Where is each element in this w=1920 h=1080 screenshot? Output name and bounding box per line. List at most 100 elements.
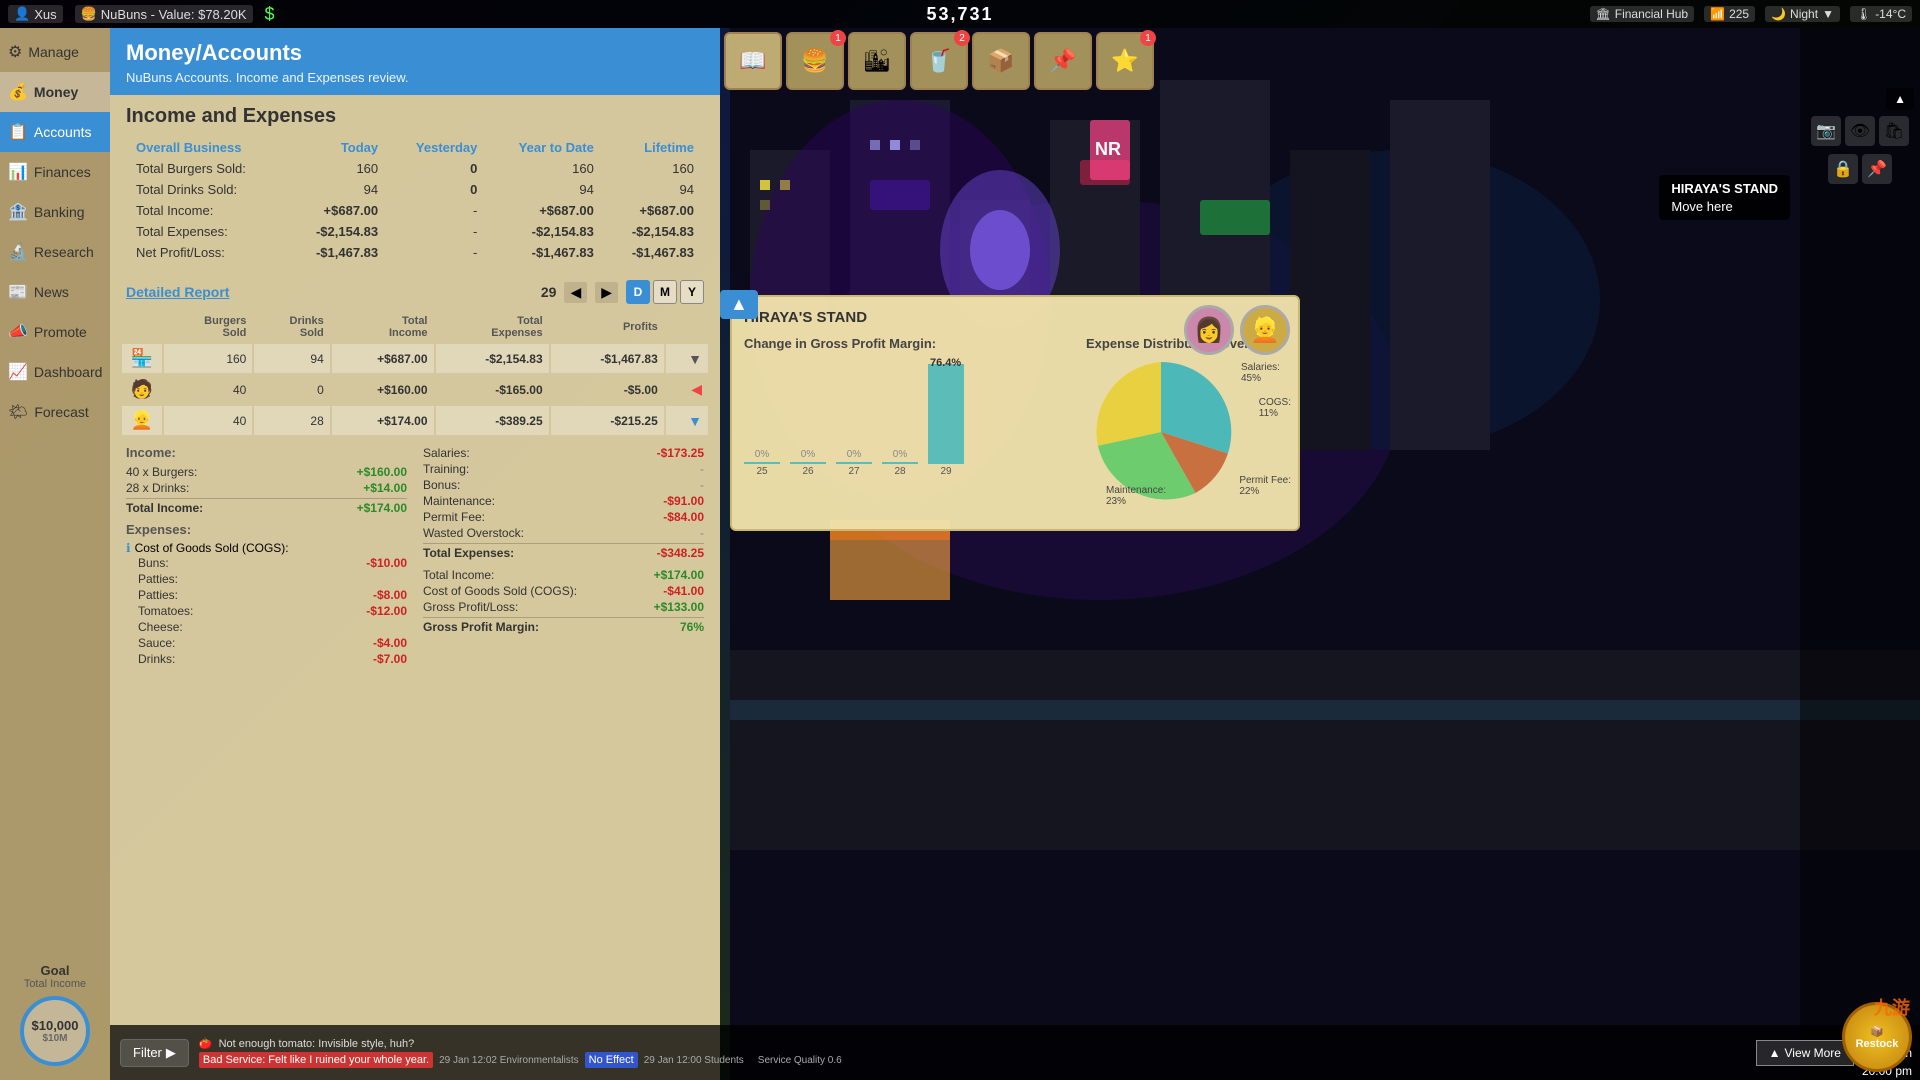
filter-y-button[interactable]: Y [680, 280, 704, 304]
prev-page-button[interactable]: ◀ [564, 282, 587, 303]
ie-row-label: Total Burgers Sold: [128, 159, 286, 178]
sidebar-item-promote[interactable]: 📣 Promote [0, 312, 110, 352]
cogs-patties-2: Patties: -$8.00 [126, 587, 407, 603]
book-button[interactable]: 📖 [724, 32, 782, 90]
avatar-2[interactable]: 👱 [1240, 305, 1290, 355]
thermometer-icon: 🌡 [1856, 7, 1871, 21]
scroll-up-button[interactable]: ◀ [691, 381, 702, 398]
right-detail-col: Salaries: -$173.25 Training: - Bonus: - … [423, 445, 704, 667]
table-row[interactable]: 👱 40 28 +$174.00 -$389.25 -$215.25 ▼ [122, 406, 708, 435]
financial-hub-label: Financial Hub [1615, 7, 1688, 21]
scroll-down-button-2[interactable]: ▼ [688, 413, 702, 429]
col-icon [122, 312, 162, 342]
lock-icon[interactable]: 🔒 [1828, 154, 1858, 184]
panel-title: Money/Accounts [126, 40, 704, 66]
avatar-1[interactable]: 👩 [1184, 305, 1234, 355]
table-row[interactable]: 🏪 160 94 +$687.00 -$2,154.83 -$1,467.83 … [122, 344, 708, 373]
money-icon: 💰 [8, 82, 28, 102]
accounts-icon: 📋 [8, 122, 28, 142]
map-pin-icon[interactable]: 📌 [1862, 154, 1892, 184]
permit-label: Permit Fee: [423, 510, 485, 524]
row-scroll[interactable]: ◀ [666, 375, 708, 404]
company-pill[interactable]: 🍔 NuBuns - Value: $78.20K [75, 5, 253, 23]
sidebar: ⚙ Manage 💰 Money 📋 Accounts 📊 Finances 🏦… [0, 28, 110, 1080]
row-income: +$687.00 [332, 344, 434, 373]
income-row-burgers: 40 x Burgers: +$160.00 [126, 464, 407, 480]
ie-income-yesterday: - [388, 201, 485, 220]
grey-box-button[interactable]: 📦 [972, 32, 1030, 90]
banking-icon: 🏦 [8, 202, 28, 222]
buildings-button[interactable]: 🏙 [848, 32, 906, 90]
row-expenses: -$165.00 [436, 375, 549, 404]
detailed-report-link[interactable]: Detailed Report [126, 284, 229, 300]
sidebar-item-money[interactable]: 💰 Money [0, 72, 110, 112]
row-expenses: -$2,154.83 [436, 344, 549, 373]
view-more-label: View More [1784, 1046, 1840, 1060]
drinks-value: +$14.00 [363, 481, 407, 495]
training-value: - [700, 462, 704, 476]
camera-icon[interactable]: 📷 [1811, 116, 1841, 146]
restock-label: Restock [1856, 1038, 1899, 1050]
scroll-down-button[interactable]: ▼ [688, 351, 702, 367]
row-scroll[interactable]: ▼ [666, 344, 708, 373]
collapse-button[interactable]: ▲ [720, 290, 758, 319]
chevron-up-icon: ▲ [1769, 1046, 1781, 1060]
row-scroll[interactable]: ▼ [666, 406, 708, 435]
bag-icon[interactable]: 🛍 [1879, 116, 1909, 146]
service-quality-badge: Service Quality 0.6 [758, 1055, 842, 1066]
cup-button[interactable]: 🥤 2 [910, 32, 968, 90]
night-pill[interactable]: 🌙 Night ▼ [1765, 6, 1840, 22]
sidebar-item-dashboard[interactable]: 📈 Dashboard [0, 352, 110, 392]
sum-margin: Gross Profit Margin: 76% [423, 617, 704, 635]
ie-burgers-today: 160 [288, 159, 386, 178]
row-profits: -$1,467.83 [551, 344, 664, 373]
avatar-area: 👩 👱 [1184, 305, 1290, 355]
sidebar-item-manage[interactable]: ⚙ Manage [0, 32, 110, 72]
goal-box: Goal Total Income $10,000 $10M [0, 955, 110, 1080]
night-label: Night [1790, 7, 1818, 21]
ie-expenses-yesterday: - [388, 222, 485, 241]
filter-d-button[interactable]: D [626, 280, 650, 304]
row-profits: -$5.00 [551, 375, 664, 404]
detail-bar: Detailed Report 29 ◀ ▶ D M Y [110, 274, 720, 310]
row-burgers: 40 [164, 406, 252, 435]
center-value: 53,731 [926, 4, 993, 25]
ie-expenses-today: -$2,154.83 [288, 222, 386, 241]
filter-m-button[interactable]: M [653, 280, 677, 304]
view-more-button[interactable]: ▲ View More [1756, 1040, 1854, 1066]
sidebar-item-research[interactable]: 🔬 Research [0, 232, 110, 272]
sidebar-item-accounts[interactable]: 📋 Accounts [0, 112, 110, 152]
bar-pct-27: 0% [847, 449, 861, 460]
eye-icon[interactable]: 👁 [1845, 116, 1875, 146]
goal-sub-label: Total Income [8, 978, 102, 990]
sum-cogs-label: Cost of Goods Sold (COGS): [423, 584, 577, 598]
panel-subtitle: NuBuns Accounts. Income and Expenses rev… [126, 70, 704, 85]
bar-visual-29 [928, 364, 964, 464]
map-pin-button[interactable]: 📌 [1034, 32, 1092, 90]
collapse-up-btn[interactable]: ▲ [1886, 88, 1914, 110]
star-button[interactable]: ⭐ 1 [1096, 32, 1154, 90]
sidebar-label-promote: Promote [34, 324, 87, 340]
news-icon: 📰 [8, 282, 28, 302]
exp-maintenance: Maintenance: -$91.00 [423, 493, 704, 509]
user-pill[interactable]: 👤 Xus [8, 5, 63, 23]
cogs-title: Cost of Goods Sold (COGS): [135, 541, 289, 555]
table-row: Total Expenses: -$2,154.83 - -$2,154.83 … [128, 222, 702, 241]
sidebar-item-news[interactable]: 📰 News [0, 272, 110, 312]
sum-margin-label: Gross Profit Margin: [423, 620, 539, 634]
left-detail-col: Income: 40 x Burgers: +$160.00 28 x Drin… [126, 445, 407, 667]
sidebar-item-forecast[interactable]: 🌤 Forecast [0, 392, 110, 432]
filter-button[interactable]: Filter ▶ [120, 1039, 189, 1067]
table-row[interactable]: 🧑 40 0 +$160.00 -$165.00 -$5.00 ◀ [122, 375, 708, 404]
next-page-button[interactable]: ▶ [595, 282, 618, 303]
financial-hub-pill[interactable]: 🏛 Financial Hub [1590, 6, 1695, 22]
bar-label-25: 25 [756, 466, 767, 477]
sidebar-item-banking[interactable]: 🏦 Banking [0, 192, 110, 232]
goal-label: Goal [8, 963, 102, 978]
sidebar-item-finances[interactable]: 📊 Finances [0, 152, 110, 192]
salaries-label: Salaries: [423, 446, 470, 460]
exp-total: Total Expenses: -$348.25 [423, 543, 704, 561]
ie-income-ytd: +$687.00 [487, 201, 601, 220]
burger-button[interactable]: 🍔 1 [786, 32, 844, 90]
hiraya-panel: HIRAYA'S STAND 👩 👱 Change in Gross Profi… [730, 295, 1300, 531]
